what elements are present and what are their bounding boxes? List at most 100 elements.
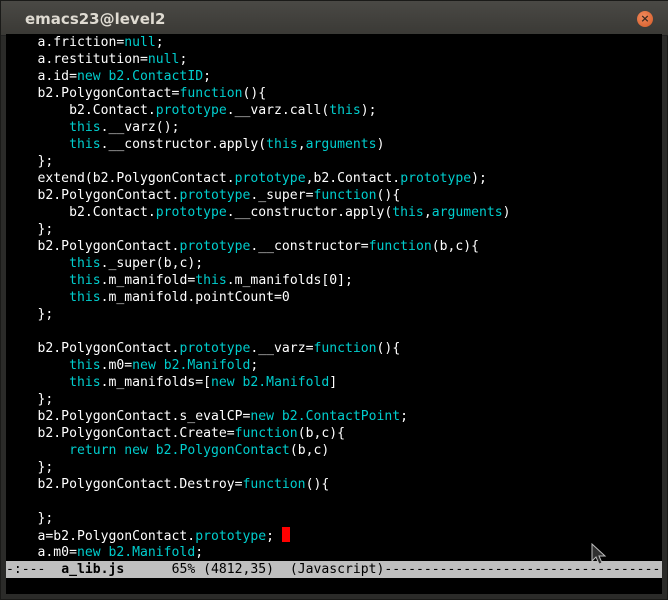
code-line[interactable] (6, 323, 511, 340)
code-line[interactable]: }; (6, 221, 511, 238)
code-keyword: this (392, 205, 424, 220)
code-keyword: prototype (400, 171, 472, 186)
code-token: (b,c){ (297, 426, 346, 441)
code-token: (){ (376, 188, 401, 203)
code-line[interactable]: a.friction=null; (6, 34, 511, 51)
code-token: ; (266, 529, 282, 544)
code-token: ; (179, 52, 188, 67)
code-keyword: null (124, 35, 156, 50)
code-token: }; (6, 392, 54, 407)
code-token: a=b2.PolygonContact. (6, 529, 196, 544)
code-keyword: arguments (305, 137, 377, 152)
code-token: b2.PolygonContact.Destroy= (6, 477, 243, 492)
code-line[interactable]: b2.Contact.prototype.__varz.call(this); (6, 102, 511, 119)
mouse-pointer-icon (591, 543, 607, 565)
code-keyword: this (69, 273, 101, 288)
title-bar[interactable]: emacs23@level2 × (1, 1, 668, 36)
code-token: (){ (376, 341, 401, 356)
code-token: }; (6, 154, 54, 169)
code-token: (b,c){ (431, 239, 480, 254)
mode-line-fill: ------------------------------------- (384, 562, 662, 577)
code-line[interactable]: this.m_manifold=this.m_manifolds[0]; (6, 272, 511, 289)
code-keyword: new b2.Manifold (132, 358, 251, 373)
code-token: ; (195, 545, 204, 560)
code-token: , (297, 137, 306, 152)
code-line[interactable]: a.m0=new b2.Manifold; (6, 544, 511, 561)
code-token: b2.PolygonContact.Create= (6, 426, 235, 441)
code-keyword: function (234, 426, 298, 441)
code-line[interactable]: a.restitution=null; (6, 51, 511, 68)
code-line[interactable]: b2.PolygonContact.prototype.__constructo… (6, 238, 511, 255)
minibuffer[interactable] (6, 578, 662, 594)
code-token: b2.PolygonContact= (6, 86, 180, 101)
code-keyword: prototype (155, 205, 227, 220)
code-token: b2.PolygonContact. (6, 239, 180, 254)
code-token: ._super(b,c); (100, 256, 204, 271)
code-token: .m_manifolds[0]; (226, 273, 353, 288)
code-line[interactable]: b2.PolygonContact.prototype.__varz=funct… (6, 340, 511, 357)
editor-buffer[interactable]: a.friction=null; a.restitution=null; a.i… (6, 34, 662, 561)
code-token: .m0= (100, 358, 133, 373)
code-line[interactable]: }; (6, 153, 511, 170)
code-keyword: this (69, 256, 101, 271)
code-line[interactable]: b2.PolygonContact.s_evalCP=new b2.Contac… (6, 408, 511, 425)
window-title: emacs23@level2 (25, 10, 166, 28)
code-token: b2.Contact. (6, 205, 156, 220)
code-token: .__varz(); (100, 120, 180, 135)
mode-line-buffer-name[interactable]: a_lib.js (61, 562, 124, 577)
mode-line-status: -:--- (6, 562, 62, 577)
mode-line-major-mode[interactable]: (Javascript) (290, 562, 385, 577)
code-keyword: prototype (195, 529, 267, 544)
close-icon[interactable]: × (637, 11, 653, 27)
code-token: b2.PolygonContact. (6, 341, 180, 356)
code-token: ) (376, 137, 385, 152)
code-line[interactable]: this.m0=new b2.Manifold; (6, 357, 511, 374)
code-token: a.friction= (6, 35, 125, 50)
code-line[interactable]: }; (6, 510, 511, 527)
code-token: ; (203, 69, 211, 84)
code-line[interactable]: a.id=new b2.ContactID; (6, 68, 511, 85)
code-line[interactable]: b2.PolygonContact.prototype._super=funct… (6, 187, 511, 204)
mode-line-position: 65% (4812,35) (124, 562, 290, 577)
code-line[interactable]: a=b2.PolygonContact.prototype; (6, 527, 511, 544)
code-keyword: new b2.Manifold (76, 545, 196, 560)
code-keyword: this (69, 120, 101, 135)
code-token: ) (502, 205, 511, 220)
code-line[interactable] (6, 493, 511, 510)
code-line[interactable]: b2.Contact.prototype.__constructor.apply… (6, 204, 511, 221)
code-keyword: null (147, 52, 180, 67)
code-keyword: this (69, 137, 101, 152)
code-token: ; (400, 409, 409, 424)
code-line[interactable]: extend(b2.PolygonContact.prototype,b2.Co… (6, 170, 511, 187)
code-line[interactable]: }; (6, 306, 511, 323)
code-line[interactable]: b2.PolygonContact=function(){ (6, 85, 511, 102)
code-token: (){ (242, 86, 267, 101)
code-line[interactable]: }; (6, 459, 511, 476)
code-token: }; (6, 307, 54, 322)
code-token: ); (471, 171, 487, 186)
code-keyword: function (242, 477, 306, 492)
code-line[interactable]: }; (6, 391, 511, 408)
code-token: a.id= (6, 69, 77, 84)
code-token: .__constructor.apply( (226, 205, 393, 220)
code-line[interactable]: b2.PolygonContact.Destroy=function(){ (6, 476, 511, 493)
code-token: ; (155, 35, 164, 50)
code-line[interactable]: this.m_manifolds=[new b2.Manifold] (6, 374, 511, 391)
code-line[interactable]: this._super(b,c); (6, 255, 511, 272)
code-text[interactable]: a.friction=null; a.restitution=null; a.i… (6, 34, 511, 561)
code-line[interactable]: this.__varz(); (6, 119, 511, 136)
code-line[interactable]: return new b2.PolygonContact(b,c) (6, 442, 511, 459)
code-keyword: this (69, 358, 101, 373)
code-token: b2.PolygonContact.s_evalCP= (6, 409, 251, 424)
code-keyword: function (313, 188, 377, 203)
code-keyword: new b2.Manifold (211, 375, 330, 390)
code-line[interactable]: this.m_manifold.pointCount=0 (6, 289, 511, 306)
code-line[interactable]: this.__constructor.apply(this,arguments) (6, 136, 511, 153)
code-line[interactable]: b2.PolygonContact.Create=function(b,c){ (6, 425, 511, 442)
